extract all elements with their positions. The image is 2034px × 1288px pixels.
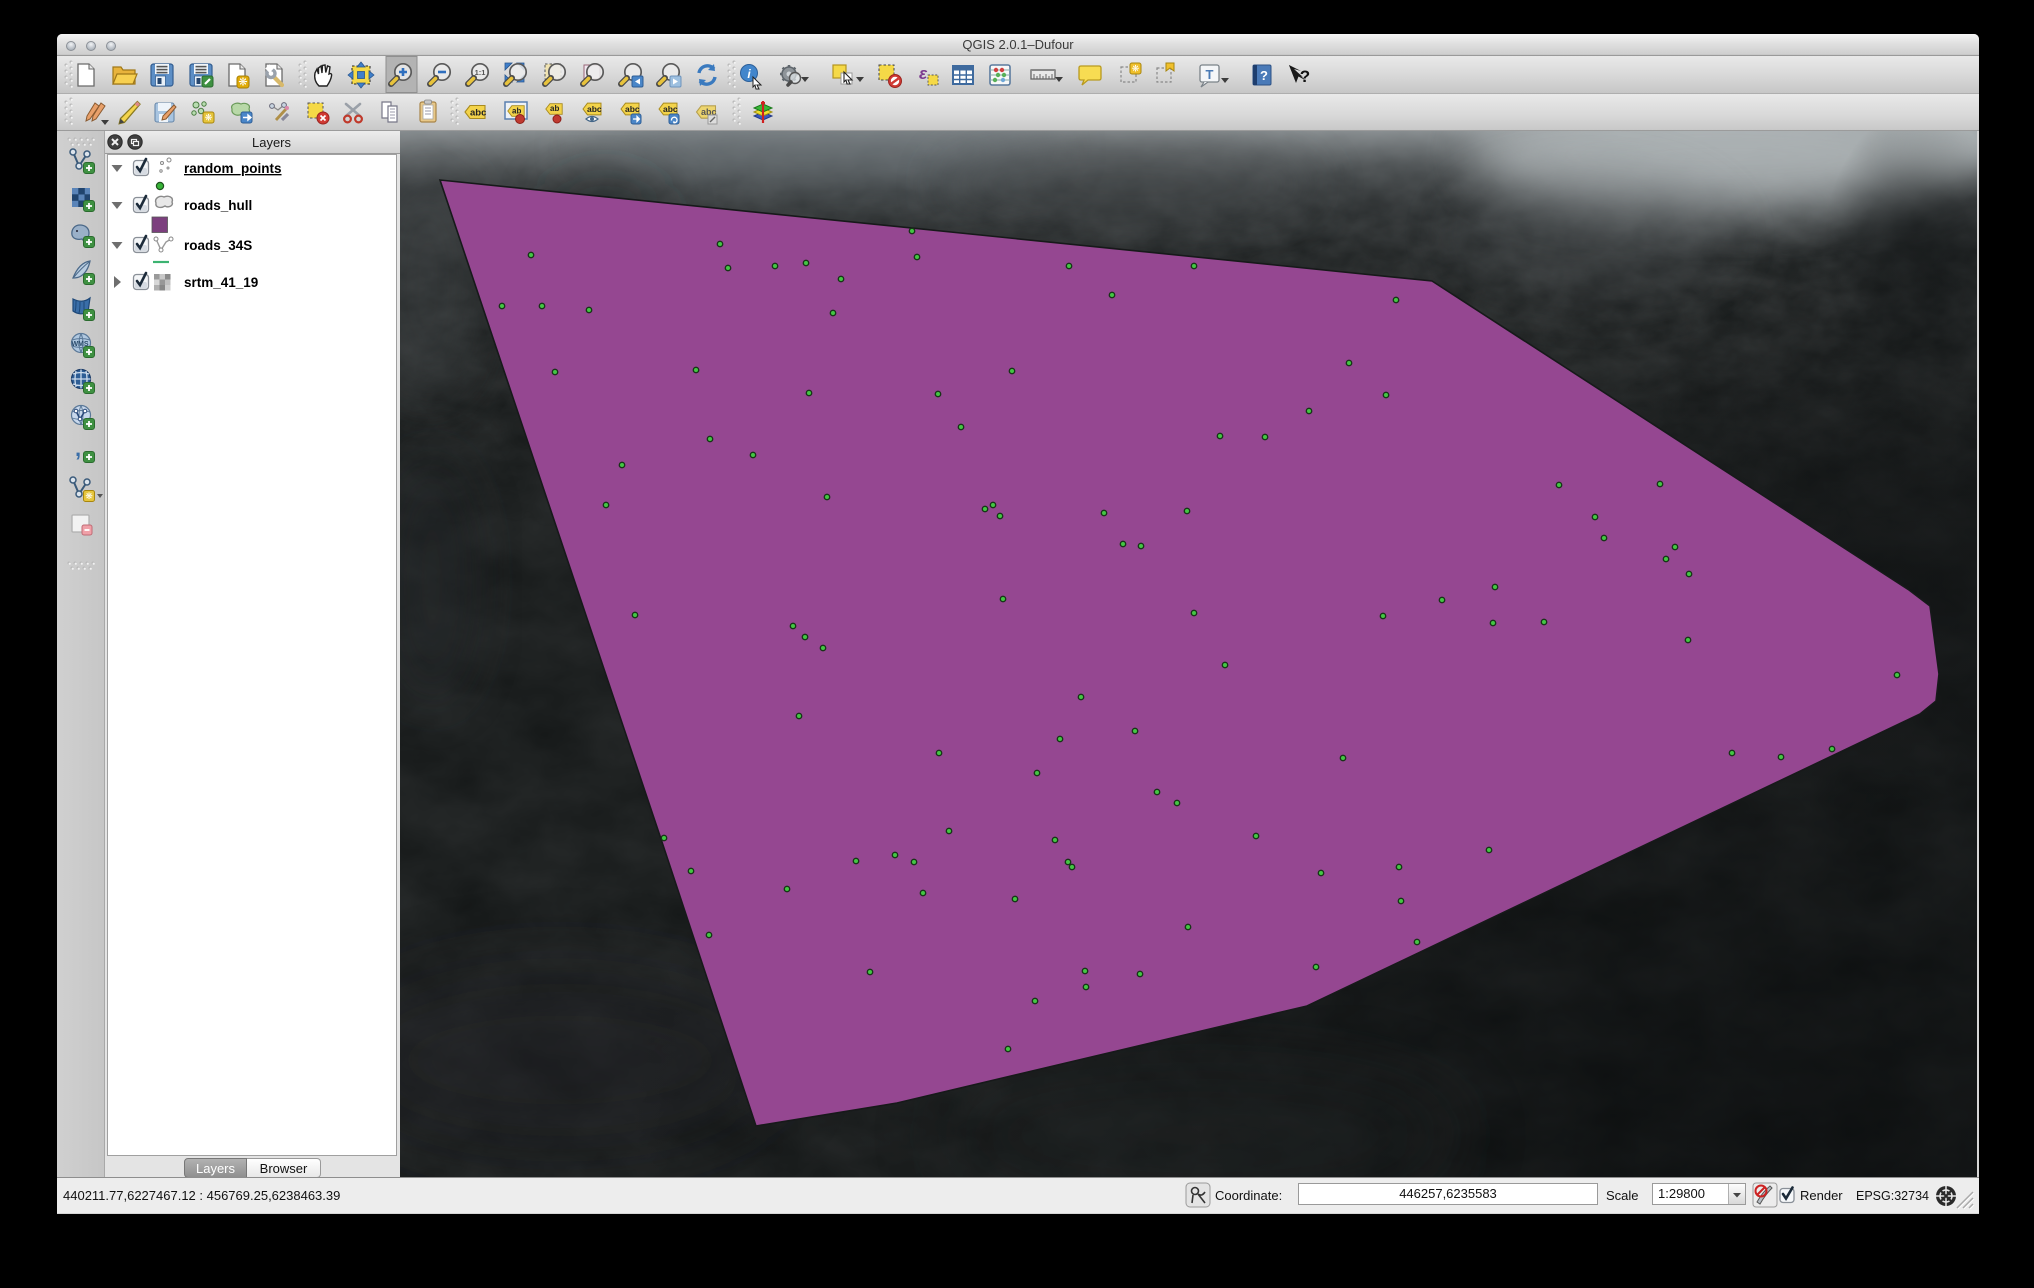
svg-text:abc: abc [625, 104, 640, 114]
svg-text:roads_34S: roads_34S [184, 238, 252, 253]
svg-text:ab: ab [550, 104, 559, 113]
svg-text:abc: abc [663, 104, 678, 114]
svg-text:❋: ❋ [238, 77, 247, 89]
svg-text:1:1: 1:1 [475, 68, 486, 77]
svg-text:,: , [75, 436, 81, 461]
svg-text:❋: ❋ [85, 491, 93, 501]
svg-text:T: T [1206, 67, 1214, 82]
svg-text:roads_hull: roads_hull [184, 198, 252, 213]
svg-text:abc: abc [470, 108, 486, 119]
svg-text:❋: ❋ [205, 113, 213, 123]
svg-text:abc: abc [587, 104, 602, 114]
svg-text:ε: ε [919, 64, 928, 83]
svg-text:random_points: random_points [184, 161, 282, 176]
svg-text:❋: ❋ [1132, 64, 1140, 74]
svg-text:?: ? [1260, 68, 1268, 83]
svg-text:?: ? [1300, 67, 1310, 86]
svg-text:srtm_41_19: srtm_41_19 [184, 275, 258, 290]
